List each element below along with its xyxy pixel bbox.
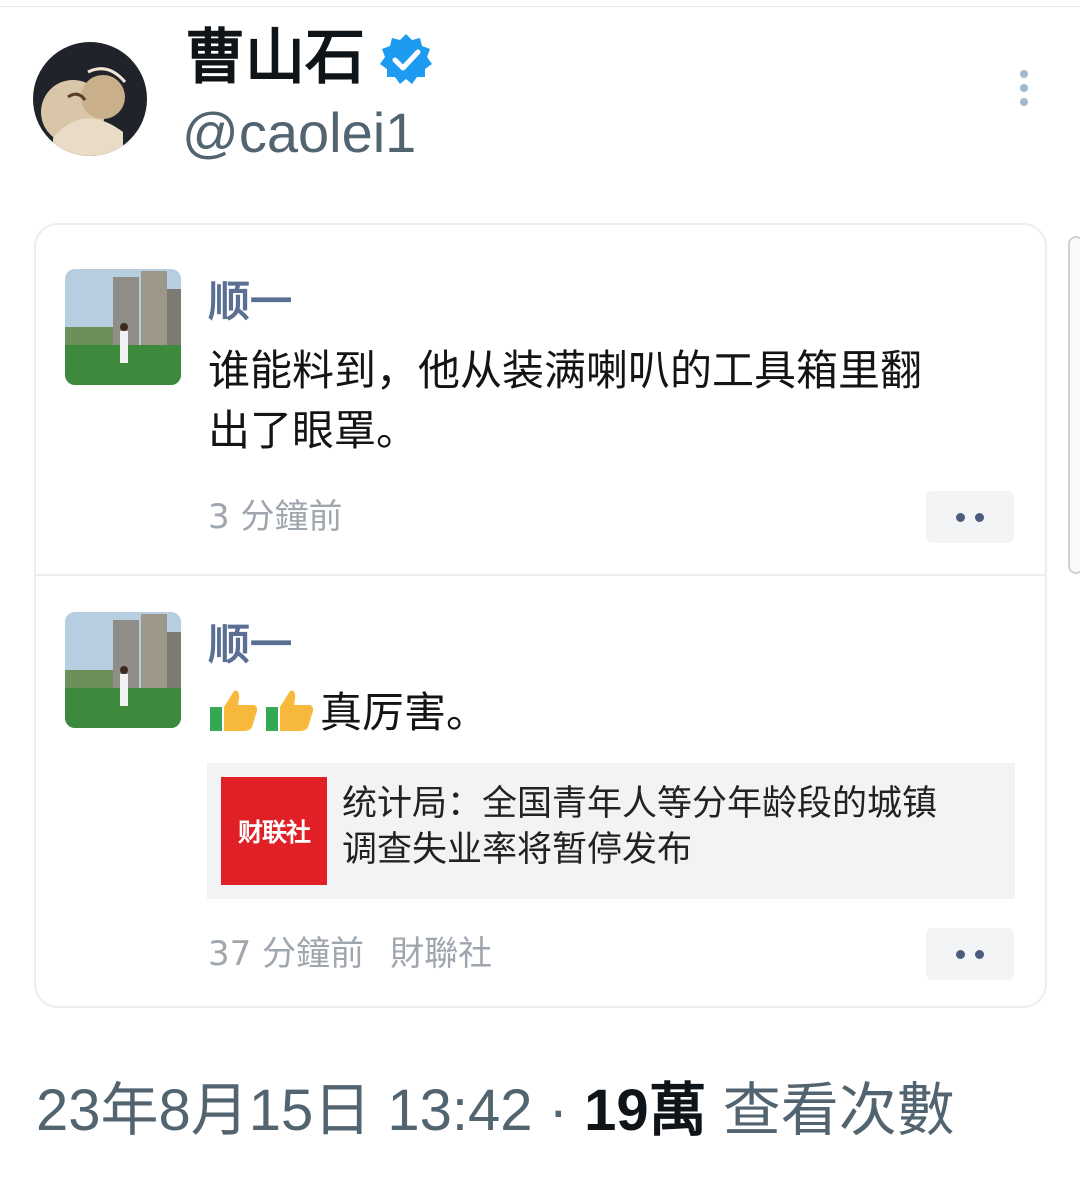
post-text: 真厉害。 [208, 683, 1018, 743]
link-title-line: 统计局：全国青年人等分年龄段的城镇 [342, 784, 938, 824]
author-name[interactable]: 曹山石 [185, 22, 365, 94]
scrollbar[interactable] [1068, 236, 1080, 574]
author-avatar[interactable] [33, 42, 147, 156]
more-options-icon[interactable] [1008, 66, 1040, 110]
tweet-meta: 23年8月15日 13:42 · 19萬 查看次數 [36, 1078, 955, 1144]
card-divider [36, 574, 1045, 576]
views-count: 19萬 [584, 1078, 707, 1143]
link-title: 统计局：全国青年人等分年龄段的城镇 调查失业率将暂停发布 [342, 781, 1002, 873]
top-divider [0, 6, 1080, 7]
post-time: 37 分鐘前 [208, 934, 365, 974]
tweet-datetime[interactable]: 23年8月15日 13:42 · [36, 1078, 584, 1143]
source-logo: 财联社 [221, 777, 327, 885]
quoted-username[interactable]: 顺一 [208, 277, 292, 327]
post-text-line: 真厉害。 [320, 688, 489, 737]
post-text: 谁能料到，他从装满喇叭的工具箱里翻 出了眼罩。 [208, 341, 1018, 461]
post-source[interactable]: 財聯社 [390, 934, 492, 974]
tweet-page: 曹山石 @caolei1 顺一 谁能料到，他从装满喇叭的工具箱里翻 出了眼罩。 [0, 0, 1080, 1184]
post-text-line: 出了眼罩。 [208, 406, 419, 455]
author-handle[interactable]: @caolei1 [182, 100, 416, 166]
post-more-button[interactable] [926, 928, 1014, 980]
post-more-button[interactable] [926, 491, 1014, 543]
verified-badge-icon [380, 34, 432, 84]
link-preview-card[interactable]: 财联社 统计局：全国青年人等分年龄段的城镇 调查失业率将暂停发布 [207, 763, 1015, 899]
quoted-image-card[interactable]: 顺一 谁能料到，他从装满喇叭的工具箱里翻 出了眼罩。 3 分鐘前 顺一 真厉害。… [34, 223, 1047, 1008]
quoted-user-avatar[interactable] [65, 269, 181, 385]
quoted-username[interactable]: 顺一 [208, 620, 292, 670]
thumbs-up-icon [210, 690, 258, 731]
link-title-line: 调查失业率将暂停发布 [342, 830, 693, 870]
post-timestamp: 37 分鐘前 財聯社 [208, 932, 492, 976]
thumbs-up-icon [266, 690, 314, 731]
quoted-user-avatar[interactable] [65, 612, 181, 728]
views-label: 查看次數 [706, 1078, 955, 1143]
post-text-line: 谁能料到，他从装满喇叭的工具箱里翻 [208, 346, 923, 395]
post-timestamp: 3 分鐘前 [208, 497, 343, 537]
